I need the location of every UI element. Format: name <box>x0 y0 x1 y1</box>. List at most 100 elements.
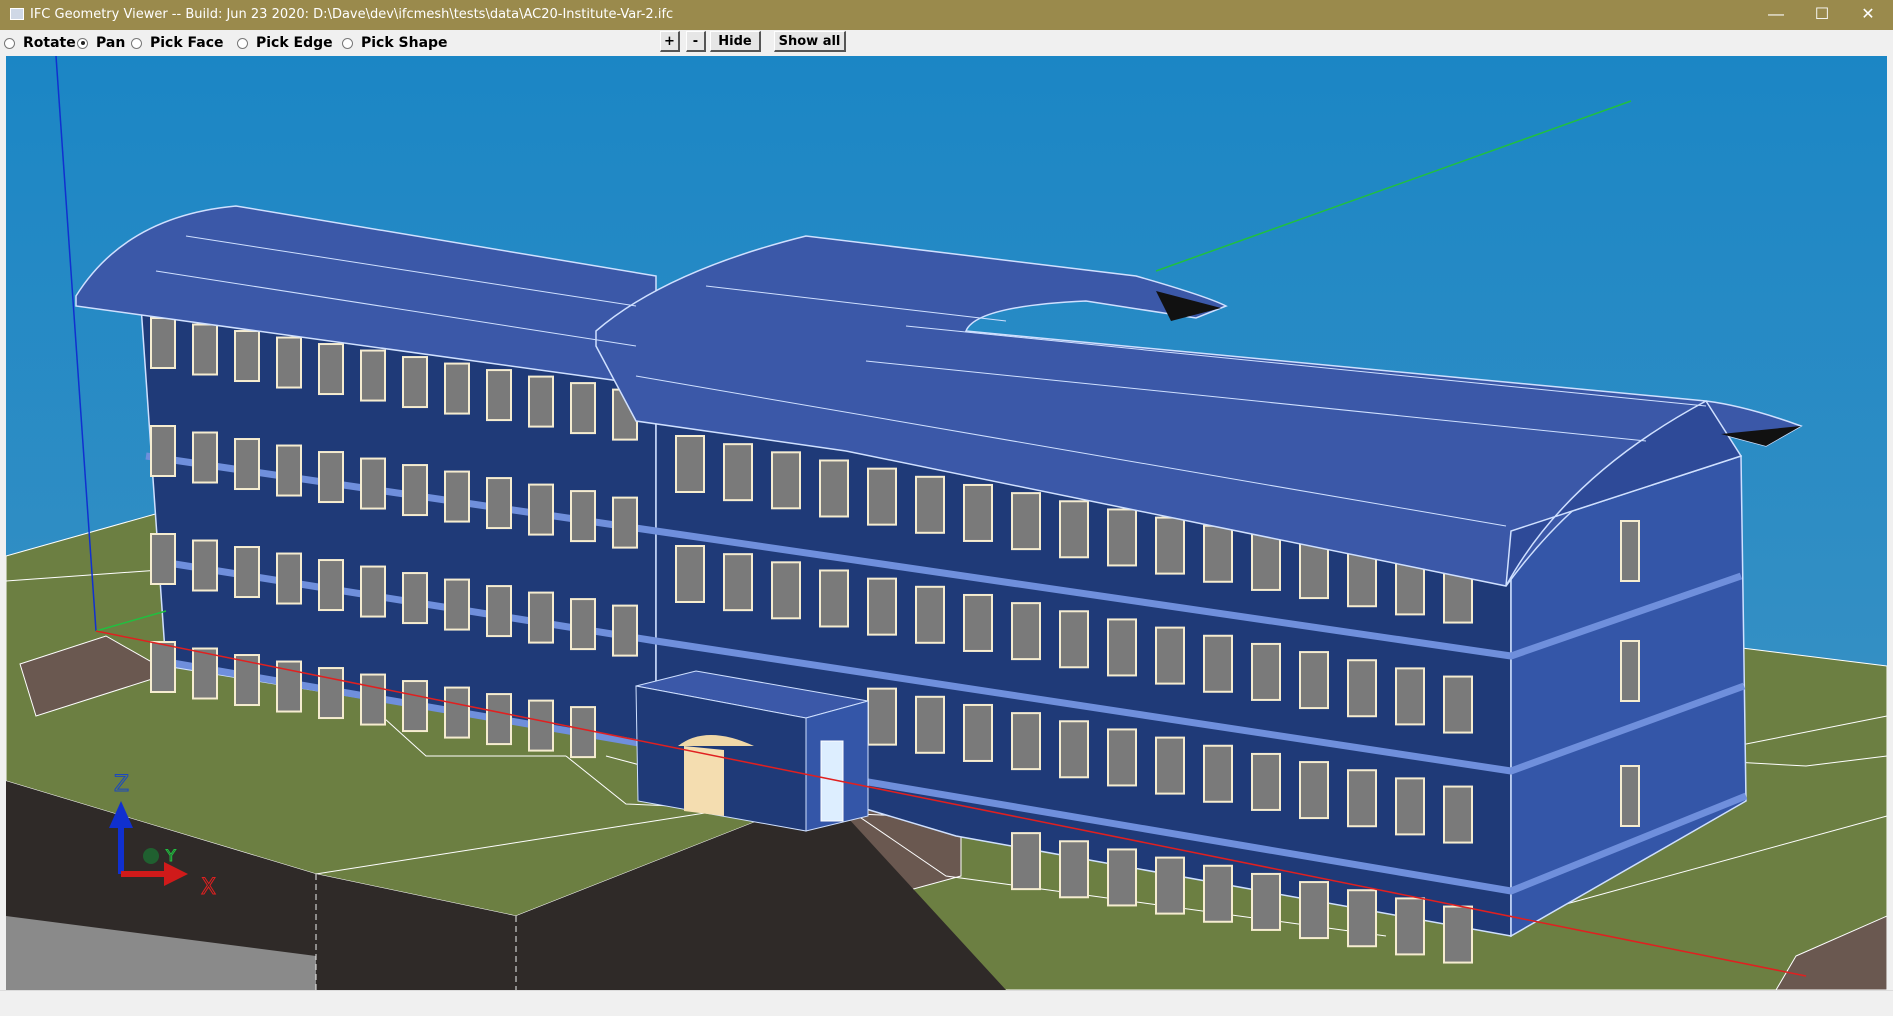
window <box>1347 659 1377 718</box>
window <box>150 641 176 693</box>
window <box>1059 840 1089 899</box>
window <box>1620 640 1640 702</box>
radio-dot <box>342 37 353 49</box>
window <box>1395 897 1425 956</box>
window <box>1299 881 1329 940</box>
window <box>150 317 176 369</box>
window <box>723 553 753 612</box>
status-bar <box>0 990 1893 1016</box>
window <box>1395 777 1425 836</box>
window <box>402 356 428 409</box>
radio-dot <box>237 37 248 49</box>
window <box>150 533 176 585</box>
window <box>402 572 428 625</box>
window <box>1299 761 1329 820</box>
window <box>1011 832 1041 891</box>
window <box>360 349 386 402</box>
window <box>234 330 260 383</box>
3d-viewport[interactable]: Z Y X <box>6 56 1887 990</box>
mode-rotate-radio[interactable]: Rotate <box>4 35 76 51</box>
window <box>1620 765 1640 827</box>
mode-pick-face-label: Pick Face <box>150 35 224 51</box>
window <box>963 703 993 762</box>
maximize-button[interactable]: ☐ <box>1799 0 1845 30</box>
minimize-button[interactable]: — <box>1753 0 1799 30</box>
hide-button[interactable]: Hide <box>710 31 761 52</box>
window <box>360 457 386 510</box>
window <box>318 559 344 612</box>
window <box>771 451 801 510</box>
window <box>1107 508 1137 567</box>
window <box>915 585 945 644</box>
window <box>150 425 176 477</box>
mode-pan-label: Pan <box>96 35 126 51</box>
window <box>360 673 386 726</box>
toolbar: Rotate Pan Pick Face Pick Edge Pick Shap… <box>0 30 1893 55</box>
window <box>192 539 218 592</box>
window <box>402 680 428 733</box>
window <box>675 435 705 493</box>
window <box>528 483 554 536</box>
window <box>276 552 302 605</box>
radio-dot <box>4 37 15 49</box>
window <box>192 431 218 484</box>
window <box>276 660 302 713</box>
window <box>318 667 344 720</box>
window <box>444 470 470 523</box>
title-bar: IFC Geometry Viewer -- Build: Jun 23 202… <box>0 0 1893 30</box>
window <box>915 475 945 534</box>
window <box>1299 651 1329 710</box>
gizmo-y-label: Y <box>165 846 176 865</box>
window <box>318 451 344 504</box>
window <box>444 686 470 739</box>
window <box>819 569 849 628</box>
window <box>234 546 260 599</box>
scene-canvas[interactable]: Z Y X <box>6 56 1887 990</box>
window <box>1251 752 1281 811</box>
mode-pan-radio[interactable]: Pan <box>77 35 125 51</box>
window <box>570 382 596 435</box>
mode-pick-shape-radio[interactable]: Pick Shape <box>342 35 448 51</box>
window <box>1251 642 1281 701</box>
window-title: IFC Geometry Viewer -- Build: Jun 23 202… <box>30 7 674 22</box>
show-all-button[interactable]: Show all <box>774 31 846 52</box>
window <box>675 545 705 603</box>
window <box>486 477 512 530</box>
mode-pick-face-radio[interactable]: Pick Face <box>131 35 224 51</box>
window <box>1155 626 1185 685</box>
app-icon <box>10 8 24 20</box>
window <box>486 693 512 746</box>
window <box>1203 524 1233 583</box>
window <box>1107 848 1137 907</box>
window <box>867 467 897 526</box>
window <box>723 443 753 502</box>
window <box>1299 541 1329 600</box>
radio-dot <box>131 37 142 49</box>
window <box>1203 744 1233 803</box>
window <box>486 585 512 638</box>
window <box>1395 667 1425 726</box>
window <box>528 699 554 752</box>
window <box>1059 500 1089 559</box>
window <box>1011 602 1041 661</box>
window <box>1011 492 1041 551</box>
window <box>528 591 554 644</box>
mode-pick-edge-radio[interactable]: Pick Edge <box>237 35 333 51</box>
window <box>1443 675 1473 734</box>
window <box>444 362 470 415</box>
close-button[interactable]: ✕ <box>1845 0 1891 30</box>
radio-dot-selected <box>77 37 88 49</box>
window <box>1155 516 1185 575</box>
zoom-out-button[interactable]: - <box>686 31 706 52</box>
window <box>402 464 428 517</box>
window <box>1251 532 1281 591</box>
mode-rotate-label: Rotate <box>23 35 76 51</box>
window <box>1155 856 1185 915</box>
window <box>963 593 993 652</box>
window <box>276 336 302 389</box>
window <box>570 598 596 651</box>
window <box>867 687 897 746</box>
window <box>276 444 302 497</box>
window <box>1059 720 1089 779</box>
zoom-in-button[interactable]: + <box>660 31 680 52</box>
